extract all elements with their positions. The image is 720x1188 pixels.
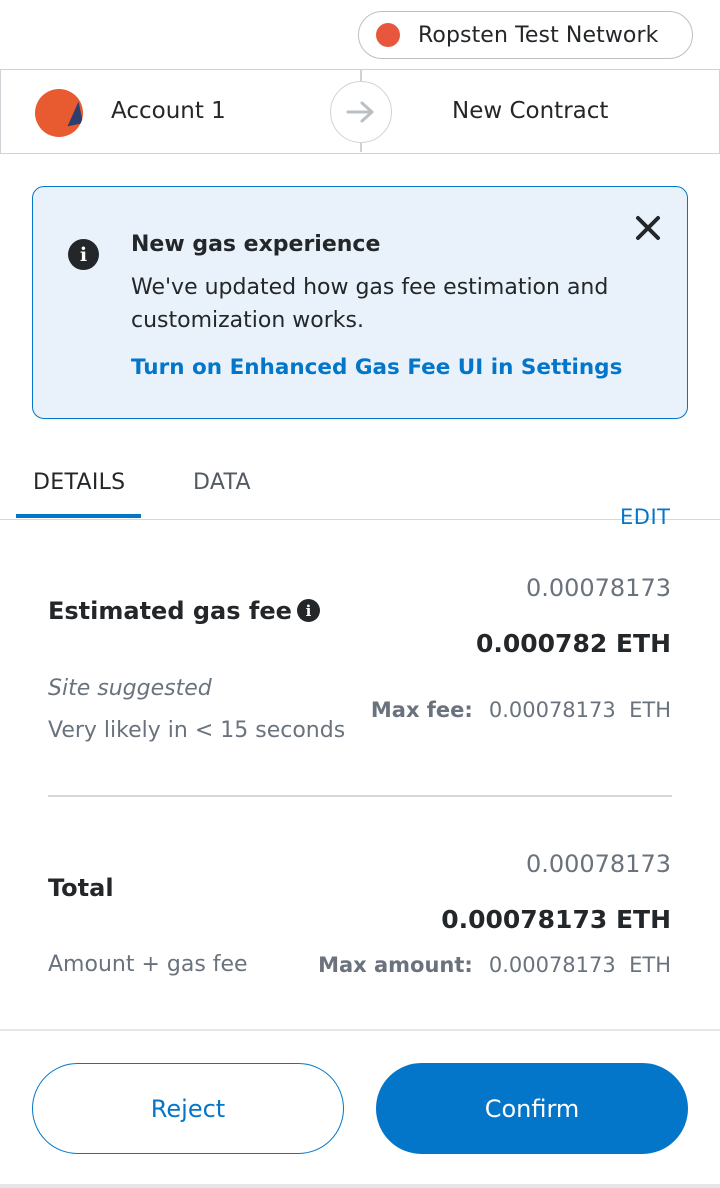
max-fee-value: 0.00078173 ETH [488,698,671,722]
gas-likelihood-text: Very likely in < 15 seconds [48,718,346,743]
max-amount-row: Max amount: 0.00078173 ETH [318,953,671,977]
bottom-edge [0,1184,720,1188]
network-label: Ropsten Test Network [418,22,659,48]
close-icon[interactable] [633,213,663,243]
footer-divider [0,1029,720,1031]
enhanced-gas-settings-link[interactable]: Turn on Enhanced Gas Fee UI in Settings [131,355,622,380]
amount-plus-gas-label: Amount + gas fee [48,952,248,977]
gas-experience-banner: i New gas experience We've updated how g… [32,186,688,419]
recipient-name: New Contract [452,98,609,124]
estimated-gas-fee-label: Estimated gas fee [48,597,292,625]
total-secondary-value: 0.00078173 [525,850,671,878]
network-selector[interactable]: Ropsten Test Network [358,11,693,59]
details-data-tabs: DETAILS DATA [0,450,720,520]
total-label: Total [48,874,114,902]
edit-gas-button[interactable]: EDIT [620,508,670,532]
tab-details[interactable]: DETAILS [33,470,125,495]
max-fee-row: Max fee: 0.00078173 ETH [371,698,671,722]
confirm-transaction-page: Ropsten Test Network Account 1 New Contr… [0,0,720,1188]
tab-data[interactable]: DATA [193,470,251,495]
sender-recipient-bar: Account 1 New Contract [0,69,720,154]
max-amount-value: 0.00078173 ETH [488,953,671,977]
gas-fee-secondary-value: 0.00078173 [525,574,671,602]
total-eth-value: 0.00078173 ETH [441,905,671,934]
arrow-right-icon [330,81,392,143]
banner-title: New gas experience [131,232,381,257]
sender-account-name[interactable]: Account 1 [111,98,226,124]
section-divider [48,795,672,797]
info-icon[interactable]: i [297,599,320,622]
info-icon: i [68,239,99,270]
active-tab-indicator [16,514,141,518]
site-suggested-label: Site suggested [48,676,212,701]
max-amount-key: Max amount: [318,953,473,977]
confirm-button[interactable]: Confirm [376,1063,688,1154]
network-status-dot [376,23,400,47]
gas-fee-eth-value: 0.000782 ETH [475,629,671,658]
banner-body: We've updated how gas fee estimation and… [131,275,609,333]
reject-button[interactable]: Reject [32,1063,344,1154]
max-fee-key: Max fee: [370,698,473,722]
account-identicon [35,89,83,137]
